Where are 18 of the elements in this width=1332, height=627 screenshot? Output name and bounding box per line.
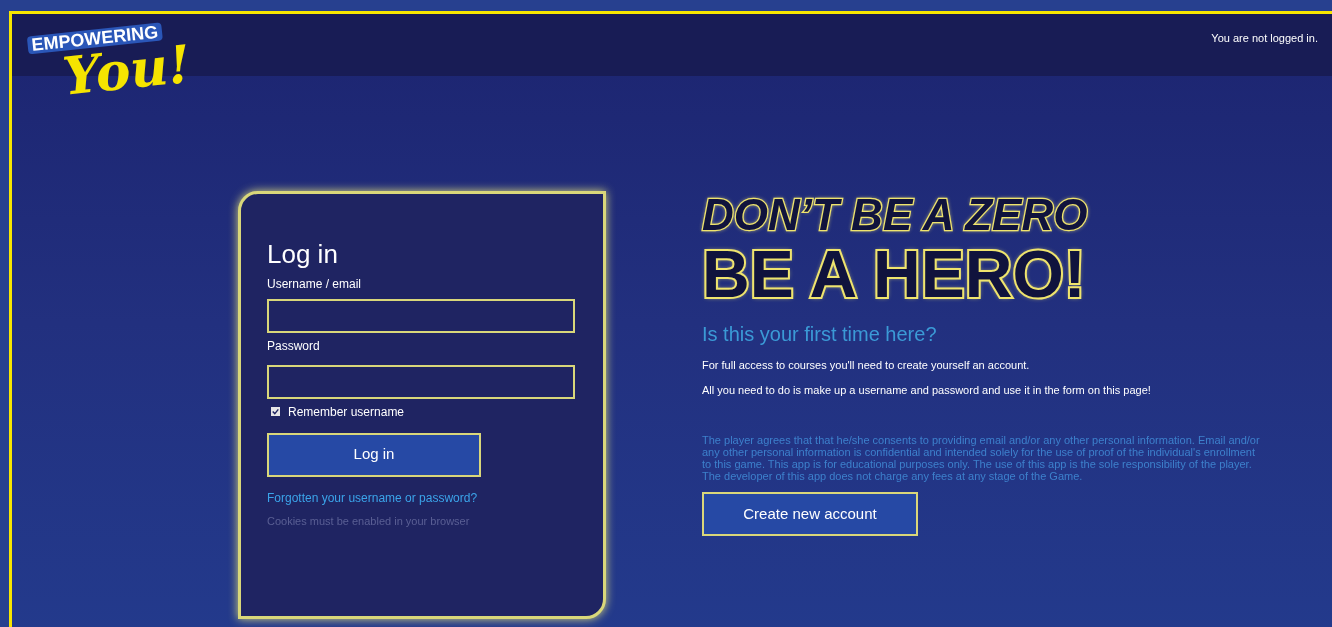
password-field[interactable]: [267, 364, 575, 399]
login-status: You are not logged in.: [1211, 31, 1318, 46]
remember-checkbox[interactable]: [271, 407, 280, 416]
info-text: For full access to courses you'll need to create yourself an account.: [702, 358, 1030, 373]
info-text: All you need to do is make up a username and password and use it in the form on this page!: [702, 382, 1151, 398]
remember-label: Remember username: [288, 403, 405, 421]
username-label: Username / email: [267, 275, 363, 293]
slogan: DON’T BE A ZERO: [702, 193, 1088, 237]
login-title: Log in: [267, 238, 339, 271]
slogan: BE A HERO!: [702, 241, 1086, 307]
forgot-password-link[interactable]: Forgotten your username or password?: [267, 488, 577, 507]
disclaimer-text: The player agrees that that he/she consents to providing email and/or any other personal information. Email and/or any other personal information is confidential and intended solely for the use of proof of the individual's enrollment to this game. This app is for educational purposes only. The use of this app is the sole responsibility of the player. The developer of this app does not charge any fees at any stage of the Game.: [702, 434, 1261, 482]
signup-heading: Is this your first time here?: [702, 322, 937, 347]
create-account-button[interactable]: Create new account: [702, 492, 918, 536]
logo: EMPOWERING You!: [26, 19, 194, 107]
username-field[interactable]: [267, 298, 575, 333]
login-button[interactable]: Log in: [267, 432, 481, 477]
password-label: Password: [267, 337, 321, 355]
